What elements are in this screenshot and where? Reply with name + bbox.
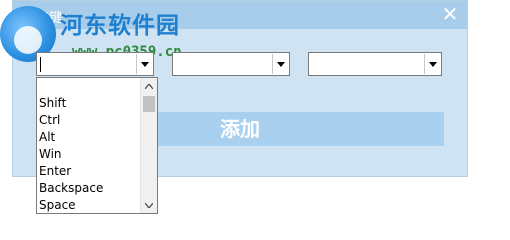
dropdown-option-alt[interactable]: Alt bbox=[39, 129, 103, 146]
text-caret bbox=[40, 57, 41, 72]
dropdown-option-backspace[interactable]: Backspace bbox=[39, 180, 103, 197]
dropdown-option-shift[interactable]: Shift bbox=[39, 95, 103, 112]
dropdown-option-ctrl[interactable]: Ctrl bbox=[39, 112, 103, 129]
key-combo-3[interactable] bbox=[308, 52, 442, 76]
chevron-down-icon[interactable] bbox=[136, 54, 152, 74]
watermark-site-name: 河东软件园 bbox=[60, 13, 180, 39]
scroll-down-icon[interactable] bbox=[141, 197, 157, 213]
dropdown-scrollbar[interactable] bbox=[140, 78, 157, 213]
close-button[interactable]: ✕ bbox=[439, 3, 461, 25]
chevron-down-icon[interactable] bbox=[272, 54, 288, 74]
scroll-thumb[interactable] bbox=[143, 96, 155, 112]
chevron-down-icon[interactable] bbox=[424, 54, 440, 74]
key-dropdown-list[interactable]: Shift Ctrl Alt Win Enter Backspace Space bbox=[36, 77, 158, 214]
dropdown-option-space[interactable]: Space bbox=[39, 197, 103, 214]
close-icon: ✕ bbox=[441, 2, 459, 26]
scroll-up-icon[interactable] bbox=[141, 78, 157, 94]
key-combo-2[interactable] bbox=[172, 52, 290, 76]
key-combo-1[interactable] bbox=[36, 52, 154, 76]
dropdown-option-win[interactable]: Win bbox=[39, 146, 103, 163]
dropdown-option-enter[interactable]: Enter bbox=[39, 163, 103, 180]
